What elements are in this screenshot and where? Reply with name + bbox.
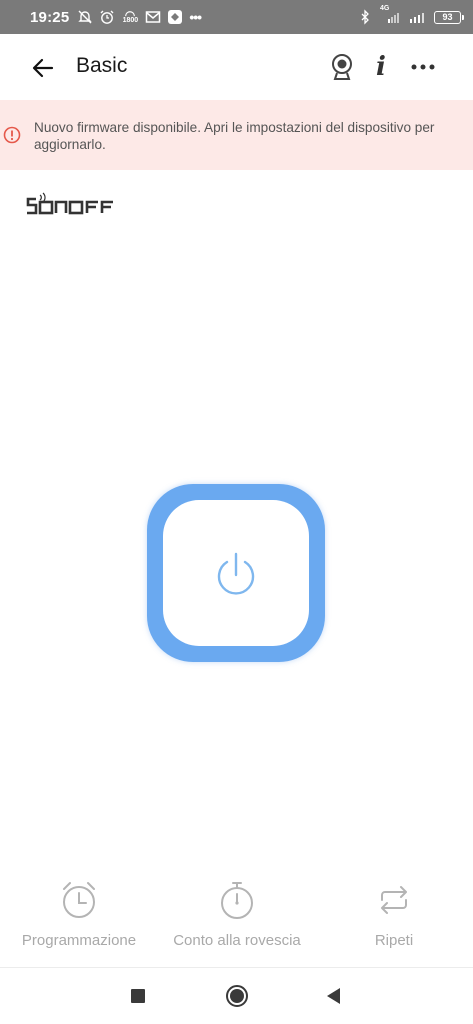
- countdown-button[interactable]: Conto alla rovescia: [167, 878, 307, 949]
- system-nav-bar: [0, 968, 473, 1024]
- banner-message: Nuovo firmware disponibile. Apri le impo…: [34, 120, 435, 152]
- alert-circle-icon: [3, 126, 21, 144]
- app-icon: [167, 9, 183, 25]
- battery-indicator: 93: [434, 10, 464, 24]
- gmail-icon: [145, 9, 161, 25]
- alarm-icon: [99, 9, 115, 25]
- status-time: 19:25: [30, 8, 70, 26]
- camera-icon[interactable]: [329, 53, 355, 81]
- signal-icon: [409, 9, 427, 25]
- status-right-icons: 4G 93: [357, 5, 464, 25]
- signal-4g-icon: 4G: [380, 5, 402, 25]
- schedule-label: Programmazione: [21, 932, 137, 949]
- countdown-label: Conto alla rovescia: [173, 932, 301, 949]
- status-left-icons: 1800 •••: [77, 9, 202, 25]
- bell-off-icon: [77, 9, 93, 25]
- stopwatch-icon: [217, 878, 257, 922]
- repeat-button[interactable]: Ripeti: [364, 878, 424, 949]
- back-icon[interactable]: [320, 982, 348, 1010]
- power-icon: [217, 552, 255, 595]
- status-overflow: •••: [189, 9, 202, 25]
- recent-apps-icon[interactable]: [124, 982, 152, 1010]
- home-icon[interactable]: [223, 982, 251, 1010]
- schedule-button[interactable]: Programmazione: [17, 878, 141, 949]
- power-button-face[interactable]: [163, 500, 309, 646]
- page-title: Basic: [76, 54, 128, 77]
- alarm-clock-icon: [59, 878, 99, 922]
- more-icon[interactable]: [410, 56, 436, 76]
- power-toggle-button[interactable]: [147, 484, 325, 662]
- back-arrow-icon[interactable]: [30, 55, 56, 81]
- repeat-icon: [374, 878, 414, 922]
- status-bar: 19:25 1800 ••• 4G 93: [0, 0, 473, 34]
- bluetooth-icon: [357, 9, 373, 25]
- app-bar: Basic i: [0, 34, 473, 100]
- repeat-label: Ripeti: [374, 932, 414, 949]
- device-actions: Programmazione Conto alla rovescia Ripet…: [0, 878, 473, 966]
- sonoff-logo: [26, 190, 116, 218]
- info-icon[interactable]: i: [372, 52, 390, 82]
- firmware-banner[interactable]: Nuovo firmware disponibile. Apri le impo…: [0, 100, 473, 170]
- speed-1800-icon: 1800: [121, 9, 139, 25]
